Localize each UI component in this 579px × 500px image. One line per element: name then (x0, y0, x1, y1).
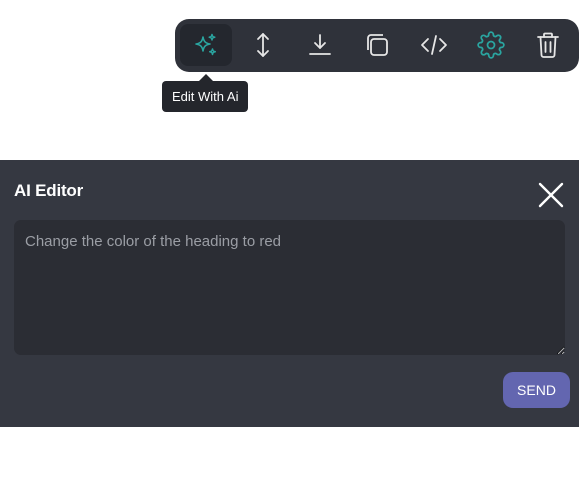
edit-with-ai-button[interactable] (180, 24, 232, 66)
code-icon (420, 33, 448, 57)
resize-vertical-button[interactable] (237, 24, 289, 66)
copy-icon (363, 31, 391, 59)
download-button[interactable] (294, 24, 346, 66)
tooltip: Edit With Ai (162, 81, 249, 112)
prompt-input[interactable] (14, 220, 565, 355)
gear-icon (477, 31, 505, 59)
sparkles-icon (193, 32, 219, 58)
download-icon (307, 32, 333, 58)
element-toolbar (175, 19, 579, 72)
duplicate-button[interactable] (351, 24, 403, 66)
settings-button[interactable] (465, 24, 517, 66)
panel-title: AI Editor (14, 181, 84, 200)
close-button[interactable] (536, 182, 566, 212)
ai-editor-panel: AI Editor SEND (0, 160, 579, 427)
trash-icon (535, 31, 561, 59)
vertical-arrows-icon (251, 32, 275, 58)
close-icon (538, 182, 564, 213)
code-button[interactable] (408, 24, 460, 66)
delete-button[interactable] (522, 24, 574, 66)
tooltip-arrow (199, 74, 213, 81)
send-button[interactable]: SEND (503, 372, 570, 408)
